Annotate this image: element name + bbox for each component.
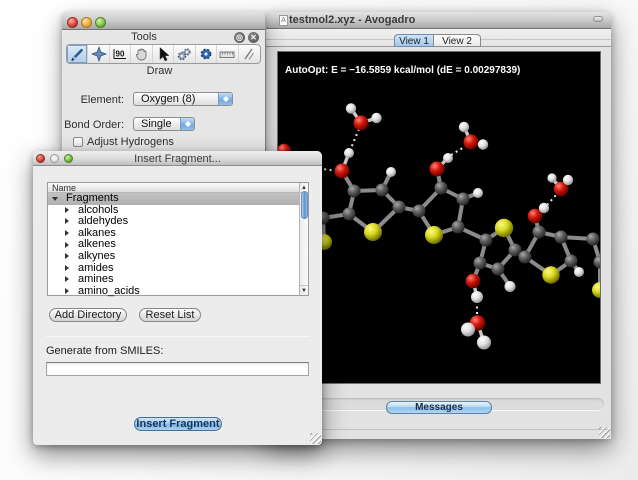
svg-text:90: 90 [116,50,125,59]
